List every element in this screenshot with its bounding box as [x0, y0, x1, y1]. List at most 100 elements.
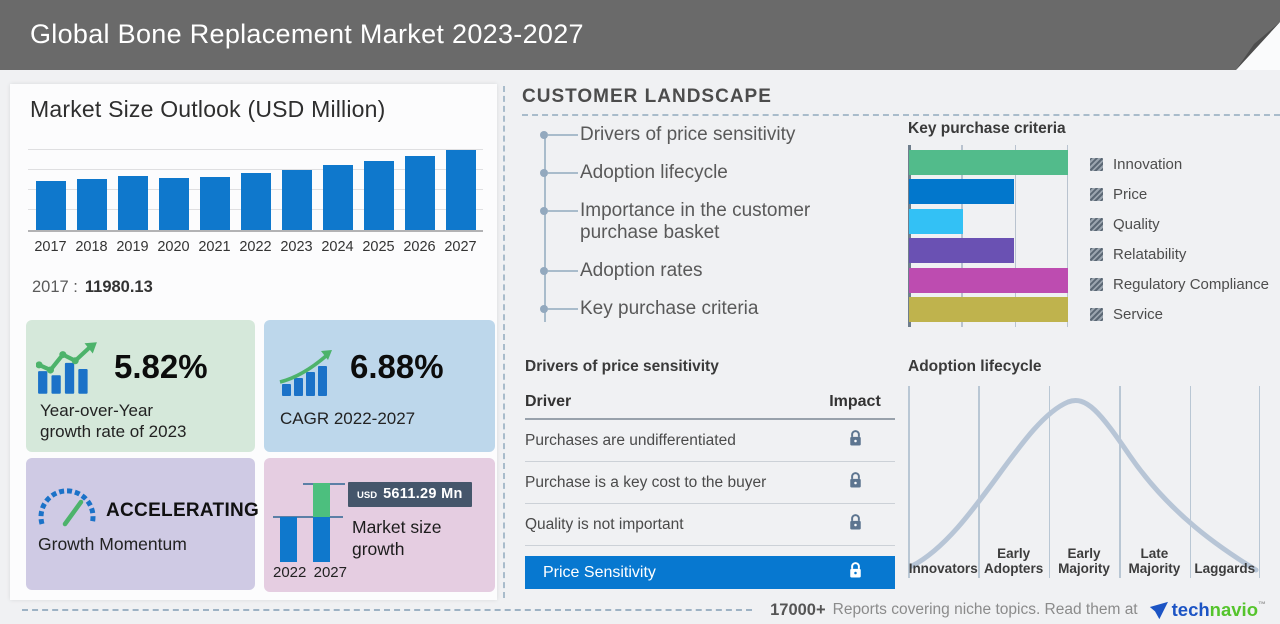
market-bar-2019 [117, 175, 148, 230]
stage-label: Late Majority [1128, 546, 1181, 576]
landscape-item-label: Adoption rates [580, 260, 703, 281]
lock-icon [849, 472, 861, 488]
mini-year-2022: 2022 [273, 564, 307, 581]
criteria-bar [909, 150, 1068, 175]
impact-column-header: Impact [829, 393, 881, 410]
year-label: 2023 [280, 239, 313, 255]
landscape-item-label: Key purchase criteria [580, 298, 759, 319]
market-bar-2023 [281, 169, 312, 230]
stage-labels: Innovators Early Adopters Early Majority La… [908, 546, 1260, 576]
mini-year-2027: 2027 [313, 564, 347, 581]
legend-label: Price [1113, 185, 1148, 203]
ribbon-fold-decoration [1236, 22, 1280, 70]
landscape-item-label: Adoption lifecycle [580, 162, 728, 183]
market-size-chart: 2017 2018 2019 2020 2021 2022 2023 2024 2025 2026… [28, 140, 483, 255]
callout-year: 2017 : [32, 278, 78, 296]
year-label: 2019 [116, 239, 149, 255]
market-bar-2018 [76, 179, 107, 230]
market-size-x-axis: 2017 2018 2019 2020 2021 2022 2023 2024 2025 2026… [28, 239, 483, 255]
lock-icon [849, 430, 861, 446]
driver-label: Purchases are undifferentiated [525, 431, 736, 449]
criteria-bar [909, 296, 1068, 322]
speedometer-icon [36, 484, 98, 533]
market-bar-2026 [404, 155, 435, 230]
mini-bar-2027-growth [313, 483, 330, 517]
yoy-growth-card: 5.82% Year-over-Year growth rate of 2023 [26, 320, 255, 452]
year-label: 2021 [198, 239, 231, 255]
report-count: 17000+ [770, 600, 826, 619]
legend-label: Relatability [1113, 245, 1187, 263]
criteria-bar-row [909, 267, 1068, 293]
legend-label: Service [1113, 305, 1164, 323]
year-label: 2018 [75, 239, 108, 255]
growth-curve-icon [278, 350, 336, 401]
bar-chart-trend-icon [35, 342, 100, 399]
market-bar-2020 [158, 177, 189, 230]
adoption-lifecycle-title: Adoption lifecycle [908, 358, 1042, 375]
criteria-bar-row [909, 208, 1068, 234]
bar-column [112, 175, 153, 230]
bar-column [235, 172, 276, 230]
legend-item: Regulatory Compliance [1090, 269, 1269, 299]
footer: 17000+ Reports covering niche topics. Re… [22, 598, 1266, 622]
footer-dashed-rule [22, 609, 753, 611]
mini-bar-2022 [280, 517, 297, 562]
legend-item: Innovation [1090, 149, 1269, 179]
bar-column [30, 181, 71, 230]
criteria-bar [909, 208, 964, 234]
legend-item: Relatability [1090, 239, 1269, 269]
cagr-value: 6.88% [350, 348, 444, 385]
criteria-legend: Innovation Price Quality Relatability Regula… [1090, 148, 1269, 329]
legend-label: Innovation [1113, 155, 1183, 173]
table-header-row: Driver Impact [525, 393, 895, 420]
technavio-dart-icon [1149, 601, 1168, 619]
landscape-item: Importance in the customer purchase bask… [540, 200, 892, 244]
criteria-bar-row [909, 150, 1068, 175]
callout-value: 11980.13 [84, 278, 153, 296]
landscape-item: Key purchase criteria [540, 298, 892, 320]
market-size-panel: Market Size Outlook (USD Million) 2017 20… [10, 84, 497, 600]
logo-tech: tech [1171, 599, 1210, 620]
year-label: 2025 [362, 239, 395, 255]
customer-landscape-header: CUSTOMER LANDSCAPE [522, 86, 1280, 116]
stage-label: Laggards [1194, 561, 1256, 576]
technavio-logo[interactable]: tech navio ™ [1148, 599, 1266, 621]
adoption-lifecycle-section: Adoption lifecycle Innovators Early Adopt… [908, 358, 1260, 578]
lock-icon [849, 514, 861, 530]
driver-row: Purchase is a key cost to the buyer [525, 462, 895, 504]
bar-column [358, 161, 399, 230]
impact-cell [815, 471, 895, 494]
legend-swatch-icon [1090, 247, 1103, 261]
adoption-lifecycle-chart: Innovators Early Adopters Early Majority La… [908, 386, 1260, 578]
price-sensitivity-title: Drivers of price sensitivity [525, 358, 719, 375]
page-title: Global Bone Replacement Market 2023-2027 [30, 19, 584, 49]
landscape-item-label: Importance in the customer purchase bask… [580, 200, 811, 243]
market-bar-2024 [322, 164, 353, 230]
mini-chart-year-labels: 2022 2027 [273, 564, 347, 581]
highlight-impact-cell [815, 561, 895, 584]
growth-mini-chart [273, 483, 345, 562]
criteria-bar [909, 267, 1068, 293]
momentum-value: ACCELERATING [106, 500, 260, 521]
growth-card-label: Market size growth [352, 517, 442, 559]
stage-label: Early Adopters [983, 546, 1044, 576]
market-size-callout: 2017 : 11980.13 [32, 278, 153, 297]
landscape-item: Adoption lifecycle [540, 162, 892, 184]
year-label: 2022 [239, 239, 272, 255]
market-bar-2017 [35, 181, 66, 230]
market-size-bars [28, 140, 483, 230]
stage-label: Innovators [908, 561, 978, 576]
growth-momentum-card: ACCELERATING Growth Momentum [26, 458, 259, 590]
stage-label: Early Majority [1058, 546, 1110, 576]
criteria-bar [909, 179, 1014, 205]
growth-amount-badge: USD 5611.29 Mn [348, 482, 472, 507]
lock-icon [849, 562, 861, 578]
year-label: 2027 [444, 239, 477, 255]
bar-column [194, 176, 235, 230]
legend-swatch-icon [1090, 187, 1103, 201]
landscape-item: Drivers of price sensitivity [540, 124, 892, 146]
market-size-plot [28, 140, 483, 232]
mini-bar-2027-base [313, 517, 330, 562]
legend-item: Service [1090, 299, 1269, 329]
legend-swatch-icon [1090, 307, 1103, 321]
